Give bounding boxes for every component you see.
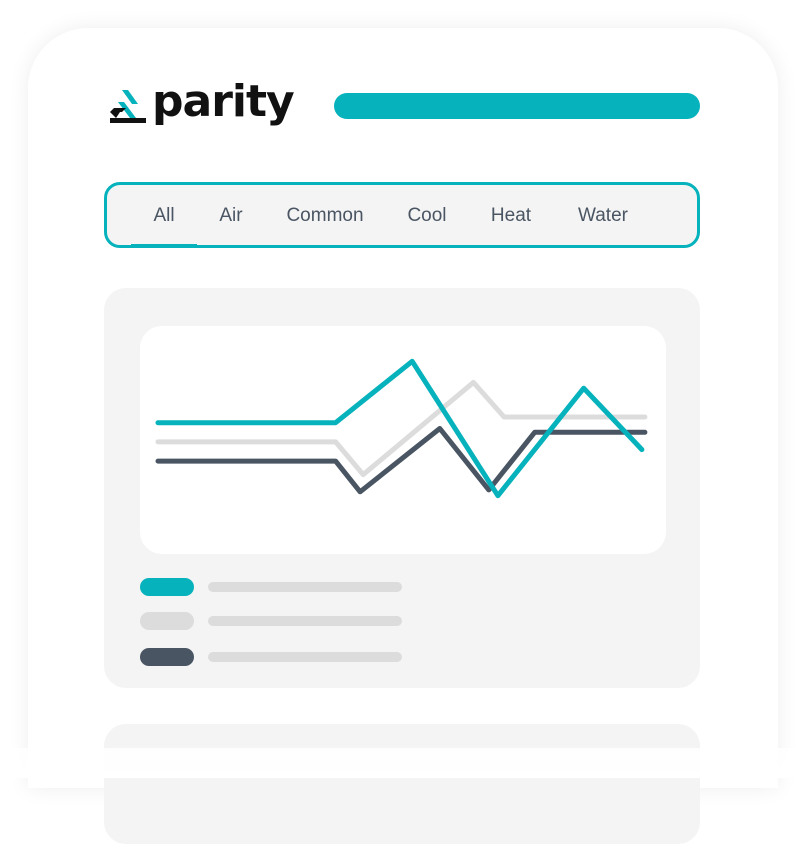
search-bar[interactable] [334,93,700,119]
series-line-1 [155,358,645,499]
line-chart [155,358,648,499]
tab-water[interactable]: Water [573,185,633,245]
brand-logo[interactable]: parity [110,76,295,134]
tab-cool[interactable]: Cool [405,185,449,245]
legend-swatch [140,648,194,666]
tab-air[interactable]: Air [211,185,251,245]
legend-label-placeholder [208,616,402,626]
legend-label-placeholder [208,652,402,662]
legend-swatch [140,578,194,596]
brand-name: parity [152,76,295,127]
tab-heat[interactable]: Heat [487,185,535,245]
chart-area [140,326,666,554]
tab-all[interactable]: All [131,185,197,248]
parity-triangle-logo-icon [110,90,146,123]
series-line-3 [155,426,648,495]
chart-panel [104,288,700,688]
bottom-fade [0,748,806,778]
legend-swatch [140,612,194,630]
legend-label-placeholder [208,582,402,592]
category-tabs: All Air Common Cool Heat Water [104,182,700,248]
tab-common[interactable]: Common [283,185,367,245]
secondary-panel [104,724,700,844]
